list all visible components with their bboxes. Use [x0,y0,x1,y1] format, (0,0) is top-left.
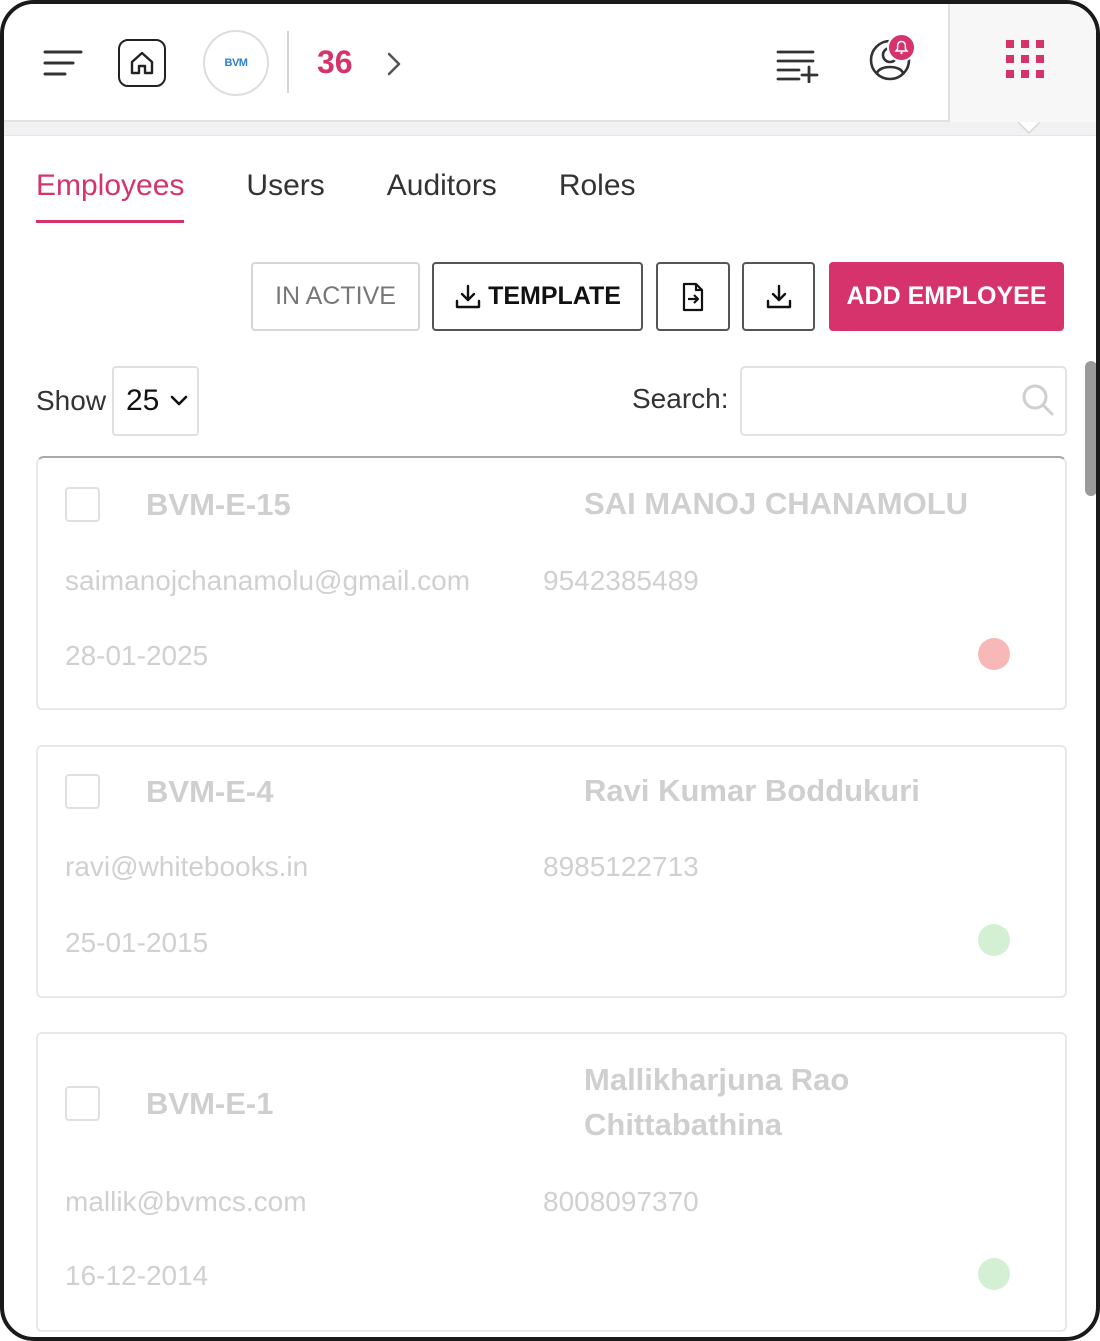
employee-email: mallik@bvmcs.com [65,1186,307,1217]
download-icon [766,284,791,308]
scrollbar-track[interactable] [1082,359,1096,1337]
employee-code: BVM-E-4 [146,774,274,809]
top-bar: BVM 36 [4,4,1096,122]
tab-bar: Employees Users Auditors Roles [36,169,636,223]
tab-roles[interactable]: Roles [559,169,636,223]
employee-phone: 8985122713 [543,851,699,882]
apps-grid-icon[interactable] [1003,37,1047,81]
search-label: Search: [632,383,729,414]
download-icon [455,284,481,308]
template-download-button[interactable]: TEMPLATE [432,262,643,331]
app-frame: BVM 36 Employees Users Auditors Roles IN… [0,0,1100,1341]
employee-email: ravi@whitebooks.in [65,851,309,882]
show-label: Show [36,385,107,416]
search-icon [1022,384,1054,416]
row-checkbox[interactable] [65,1086,100,1121]
scrollbar-thumb[interactable] [1085,361,1096,496]
apps-caret-icon [1018,122,1040,134]
employee-email: saimanojchanamolu@gmail.com [65,565,471,596]
employee-code: BVM-E-1 [146,1086,274,1121]
status-dot [978,1258,1010,1290]
employee-card[interactable]: BVM-E-4 Ravi Kumar Boddukuri ravi@whiteb… [36,745,1067,998]
chevron-right-icon[interactable] [380,48,408,80]
list-add-icon[interactable] [774,46,820,84]
employee-card[interactable]: BVM-E-15 SAI MANOJ CHANAMOLU saimanojcha… [36,456,1067,710]
company-logo[interactable]: BVM [203,30,269,96]
file-import-icon [682,282,704,311]
employee-card[interactable]: BVM-E-1 Mallikharjuna Rao Chittabathina … [36,1032,1067,1332]
page-size-value: 25 [126,384,160,417]
chevron-down-icon [170,395,188,406]
search-input[interactable] [740,366,1067,436]
tab-employees[interactable]: Employees [36,169,185,223]
tab-users[interactable]: Users [246,169,324,223]
employee-name: SAI MANOJ CHANAMOLU [584,486,969,521]
notification-bell-icon[interactable] [887,33,916,62]
row-checkbox[interactable] [65,774,100,809]
employee-date: 25-01-2015 [65,927,209,958]
template-label: TEMPLATE [488,282,621,310]
tab-auditors[interactable]: Auditors [387,169,497,223]
logo-text: BVM [224,57,248,69]
top-bar-shadow [4,122,1096,136]
export-button[interactable] [742,262,815,331]
home-icon [130,51,154,75]
employee-phone: 8008097370 [543,1186,699,1217]
employee-code: BVM-E-15 [146,487,291,522]
add-employee-button[interactable]: ADD EMPLOYEE [829,262,1064,331]
home-button[interactable] [118,39,166,87]
employee-date: 16-12-2014 [65,1260,209,1291]
employee-phone: 9542385489 [543,565,699,596]
employee-name: Ravi Kumar Boddukuri [584,773,920,808]
import-file-button[interactable] [656,262,730,331]
status-dot [978,638,1010,670]
menu-icon[interactable] [42,48,84,78]
row-checkbox[interactable] [65,487,100,522]
status-dot [978,924,1010,956]
employee-date: 28-01-2025 [65,640,209,671]
header-divider [287,31,289,93]
page-size-select[interactable]: 25 [112,366,199,436]
inactive-button[interactable]: IN ACTIVE [251,262,420,331]
employee-name: Mallikharjuna Rao Chittabathina [584,1062,850,1142]
record-count: 36 [317,44,353,80]
